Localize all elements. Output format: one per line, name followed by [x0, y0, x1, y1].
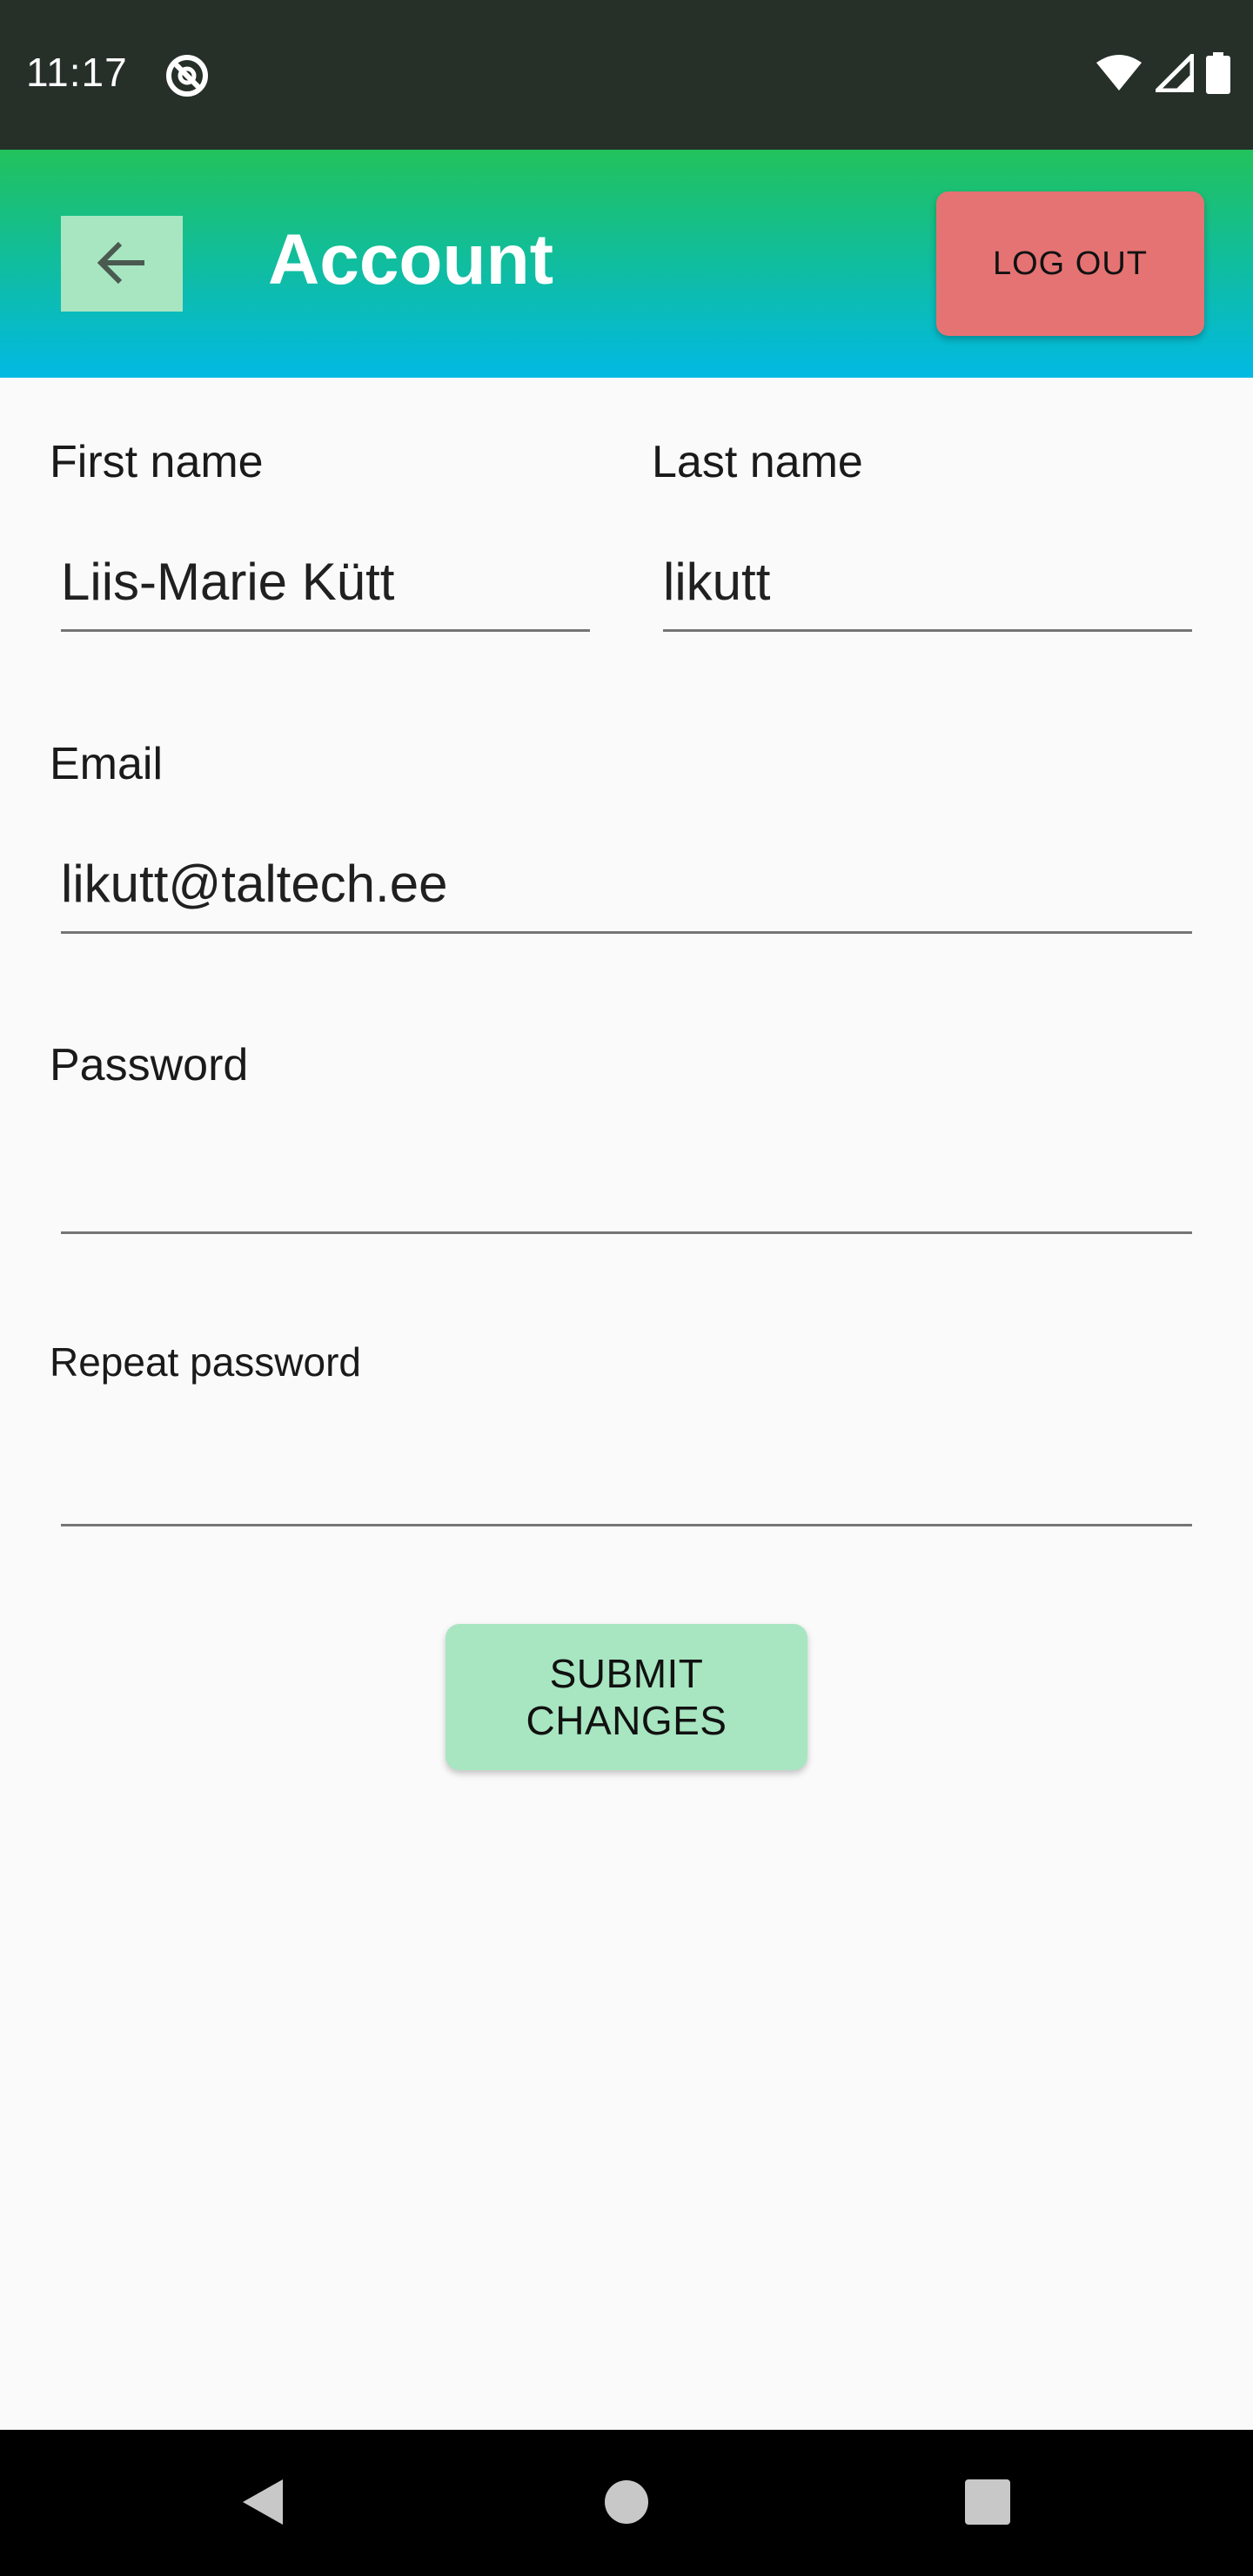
nav-back-button[interactable] [223, 2465, 301, 2543]
arrow-left-icon [94, 235, 150, 293]
app-bar: Account LOG OUT [0, 150, 1253, 378]
repeat-password-field[interactable] [61, 1439, 1192, 1526]
last-name-field[interactable] [663, 545, 1192, 632]
email-field[interactable] [61, 847, 1192, 934]
password-label: Password [50, 1040, 249, 1090]
nav-home-button[interactable] [587, 2465, 666, 2543]
repeat-password-label: Repeat password [50, 1339, 361, 1385]
wifi-icon [1095, 54, 1143, 97]
nav-recents-icon [965, 2479, 1010, 2529]
at-sign-icon [164, 52, 211, 99]
nav-home-icon [604, 2479, 649, 2529]
first-name-field[interactable] [61, 545, 590, 632]
status-time: 11:17 [26, 50, 128, 95]
nav-back-icon [238, 2476, 286, 2532]
email-label: Email [50, 739, 164, 789]
page-title: Account [268, 220, 553, 299]
status-bar: 11:17 [0, 0, 1253, 150]
first-name-label: First name [50, 437, 264, 487]
cell-signal-icon [1151, 50, 1195, 97]
navigation-bar [0, 2430, 1253, 2576]
logout-button[interactable]: LOG OUT [936, 191, 1204, 336]
submit-changes-button[interactable]: SUBMIT CHANGES [446, 1624, 807, 1770]
back-button[interactable] [61, 216, 183, 312]
password-field[interactable] [61, 1147, 1192, 1234]
nav-recents-button[interactable] [948, 2465, 1027, 2543]
last-name-label: Last name [652, 437, 863, 487]
status-icons [1095, 50, 1230, 98]
battery-icon [1206, 51, 1230, 98]
